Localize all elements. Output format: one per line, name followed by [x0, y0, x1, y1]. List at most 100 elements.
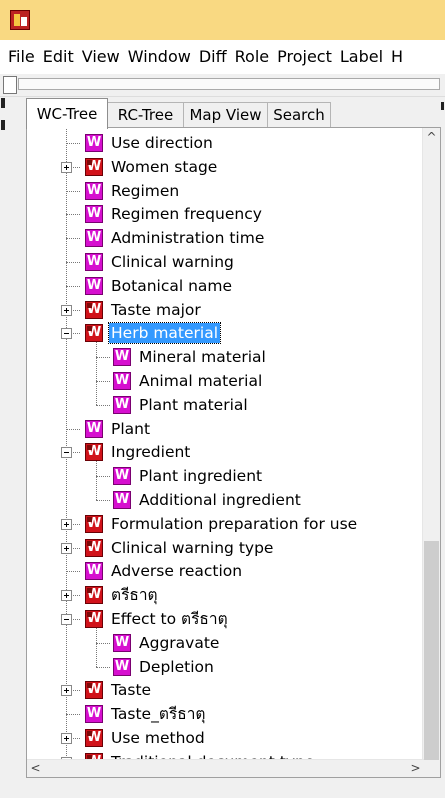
tree-node-label[interactable]: Use direction — [109, 133, 215, 153]
tab-map-view[interactable]: Map View — [183, 102, 268, 128]
collapse-icon[interactable] — [61, 447, 72, 459]
expand-icon[interactable] — [61, 304, 72, 316]
tree-node-label[interactable]: Adverse reaction — [109, 561, 244, 581]
right-splitter[interactable] — [441, 96, 445, 798]
tree-node-label[interactable]: Aggravate — [137, 633, 221, 653]
tree-node[interactable]: W Ingredient — [27, 441, 424, 465]
tree-connector — [66, 190, 80, 192]
tree-node-label[interactable]: Effect to ตรีธาตุ — [109, 609, 230, 629]
tree-connector — [66, 571, 80, 573]
menu-help[interactable]: H — [387, 40, 407, 74]
tree-node[interactable]: W Depletion — [27, 656, 424, 680]
menu-label[interactable]: Label — [336, 40, 387, 74]
expand-icon[interactable] — [61, 518, 72, 530]
scroll-up-icon[interactable]: ^ — [423, 128, 440, 145]
tree-node[interactable]: W Use direction — [27, 132, 424, 156]
tree-node[interactable]: W Regimen — [27, 180, 424, 204]
tree-node[interactable]: W Taste major — [27, 299, 424, 323]
tree-node[interactable]: W Regimen frequency — [27, 203, 424, 227]
tree-node[interactable]: W Adverse reaction — [27, 560, 424, 584]
tree-node[interactable]: W Herb material — [27, 322, 424, 346]
folder-w-icon: W — [85, 300, 103, 319]
toolbar — [0, 74, 445, 97]
tree-node[interactable]: W Animal material — [27, 370, 424, 394]
collapse-icon[interactable] — [61, 614, 72, 625]
tree-node[interactable]: W Taste_ตรีธาตุ — [27, 703, 424, 727]
tree-node[interactable]: W Clinical warning type — [27, 537, 424, 561]
menu-edit[interactable]: Edit — [39, 40, 78, 74]
tree-node-label[interactable]: Regimen frequency — [109, 204, 264, 224]
tree-node[interactable]: W Administration time — [27, 227, 424, 251]
scroll-left-icon[interactable]: < — [27, 760, 44, 777]
leaf-w-icon: W — [85, 276, 103, 295]
leaf-w-icon: W — [113, 657, 131, 676]
expand-icon[interactable] — [61, 542, 72, 554]
tree-node-label[interactable]: Additional ingredient — [137, 490, 303, 510]
tree-node[interactable]: W Plant — [27, 418, 424, 442]
tree-connector — [96, 666, 110, 668]
tree-connector — [66, 714, 80, 716]
tree-node[interactable]: W Use method — [27, 727, 424, 751]
tree-node-label[interactable]: Regimen — [109, 181, 181, 201]
expand-icon[interactable] — [61, 733, 72, 744]
collapse-icon[interactable] — [61, 328, 72, 340]
tree-view[interactable]: W Use direction W Women stage W Regimen W Regim… — [27, 128, 424, 761]
tree-node[interactable]: W Women stage — [27, 156, 424, 180]
tree-node[interactable]: W Plant material — [27, 394, 424, 418]
vertical-scrollbar[interactable]: ^ — [422, 128, 440, 761]
menu-view[interactable]: View — [78, 40, 124, 74]
tree-connector — [96, 642, 110, 644]
vertical-scroll-thumb[interactable] — [424, 541, 439, 761]
app-icon[interactable] — [10, 10, 30, 30]
menu-project[interactable]: Project — [273, 40, 336, 74]
folder-w-icon: W — [85, 586, 103, 605]
leaf-w-icon: W — [85, 229, 103, 248]
tree-node-label[interactable]: Animal material — [137, 371, 264, 391]
toolbar-handle[interactable] — [3, 76, 17, 94]
tab-wc-tree[interactable]: WC-Tree — [26, 98, 108, 129]
tree-node[interactable]: W Aggravate — [27, 632, 424, 656]
tree-node-label[interactable]: Women stage — [109, 157, 219, 177]
menu-diff[interactable]: Diff — [195, 40, 231, 74]
tree-node-label[interactable]: Ingredient — [109, 442, 192, 462]
expand-icon[interactable] — [61, 161, 72, 173]
expand-icon[interactable] — [61, 685, 72, 697]
tree-node[interactable]: W Plant ingredient — [27, 465, 424, 489]
tree-node-label[interactable]: Plant ingredient — [137, 466, 264, 486]
tree-node-label[interactable]: ตรีธาตุ — [109, 585, 160, 605]
horizontal-scrollbar[interactable]: < > — [27, 759, 424, 777]
tree-node-label[interactable]: Taste_ตรีธาตุ — [109, 704, 207, 724]
tree-node-label[interactable]: Clinical warning — [109, 252, 236, 272]
scroll-right-icon[interactable]: > — [407, 760, 424, 777]
tree-node-label[interactable]: Mineral material — [137, 347, 268, 367]
tree-node-label[interactable]: Depletion — [137, 657, 216, 677]
tree-node[interactable]: W Taste — [27, 679, 424, 703]
tree-node[interactable]: W ตรีธาตุ — [27, 584, 424, 608]
tree-node-label[interactable]: Botanical name — [109, 276, 234, 296]
tree-node[interactable]: W Clinical warning — [27, 251, 424, 275]
tree-node-label[interactable]: Administration time — [109, 228, 266, 248]
tab-search[interactable]: Search — [267, 102, 331, 128]
leaf-w-icon: W — [85, 562, 103, 581]
tree-node[interactable]: W Additional ingredient — [27, 489, 424, 513]
menu-file[interactable]: File — [0, 40, 39, 74]
tree-node-label[interactable]: Formulation preparation for use — [109, 514, 359, 534]
menu-role[interactable]: Role — [231, 40, 273, 74]
tree-node[interactable]: W Mineral material — [27, 346, 424, 370]
expand-icon[interactable] — [61, 590, 72, 602]
leaf-w-icon: W — [113, 633, 131, 652]
tree-node-label[interactable]: Taste major — [109, 300, 203, 320]
tree-node[interactable]: W Formulation preparation for use — [27, 513, 424, 537]
tree-node-label[interactable]: Herb material — [107, 322, 222, 345]
menu-window[interactable]: Window — [124, 40, 195, 74]
tree-node[interactable]: W Botanical name — [27, 275, 424, 299]
tab-rc-tree[interactable]: RC-Tree — [107, 102, 184, 128]
tree-node-label[interactable]: Use method — [109, 728, 207, 748]
tree-node-label[interactable]: Taste — [109, 680, 153, 700]
tree-node-label[interactable]: Clinical warning type — [109, 538, 275, 558]
tree-node[interactable]: W Effect to ตรีธาตุ — [27, 608, 424, 632]
tree-node-label[interactable]: Plant — [109, 419, 152, 439]
tree-node-label[interactable]: Plant material — [137, 395, 250, 415]
left-splitter[interactable] — [0, 96, 6, 798]
menu-bar: File Edit View Window Diff Role Project Label H — [0, 40, 445, 74]
